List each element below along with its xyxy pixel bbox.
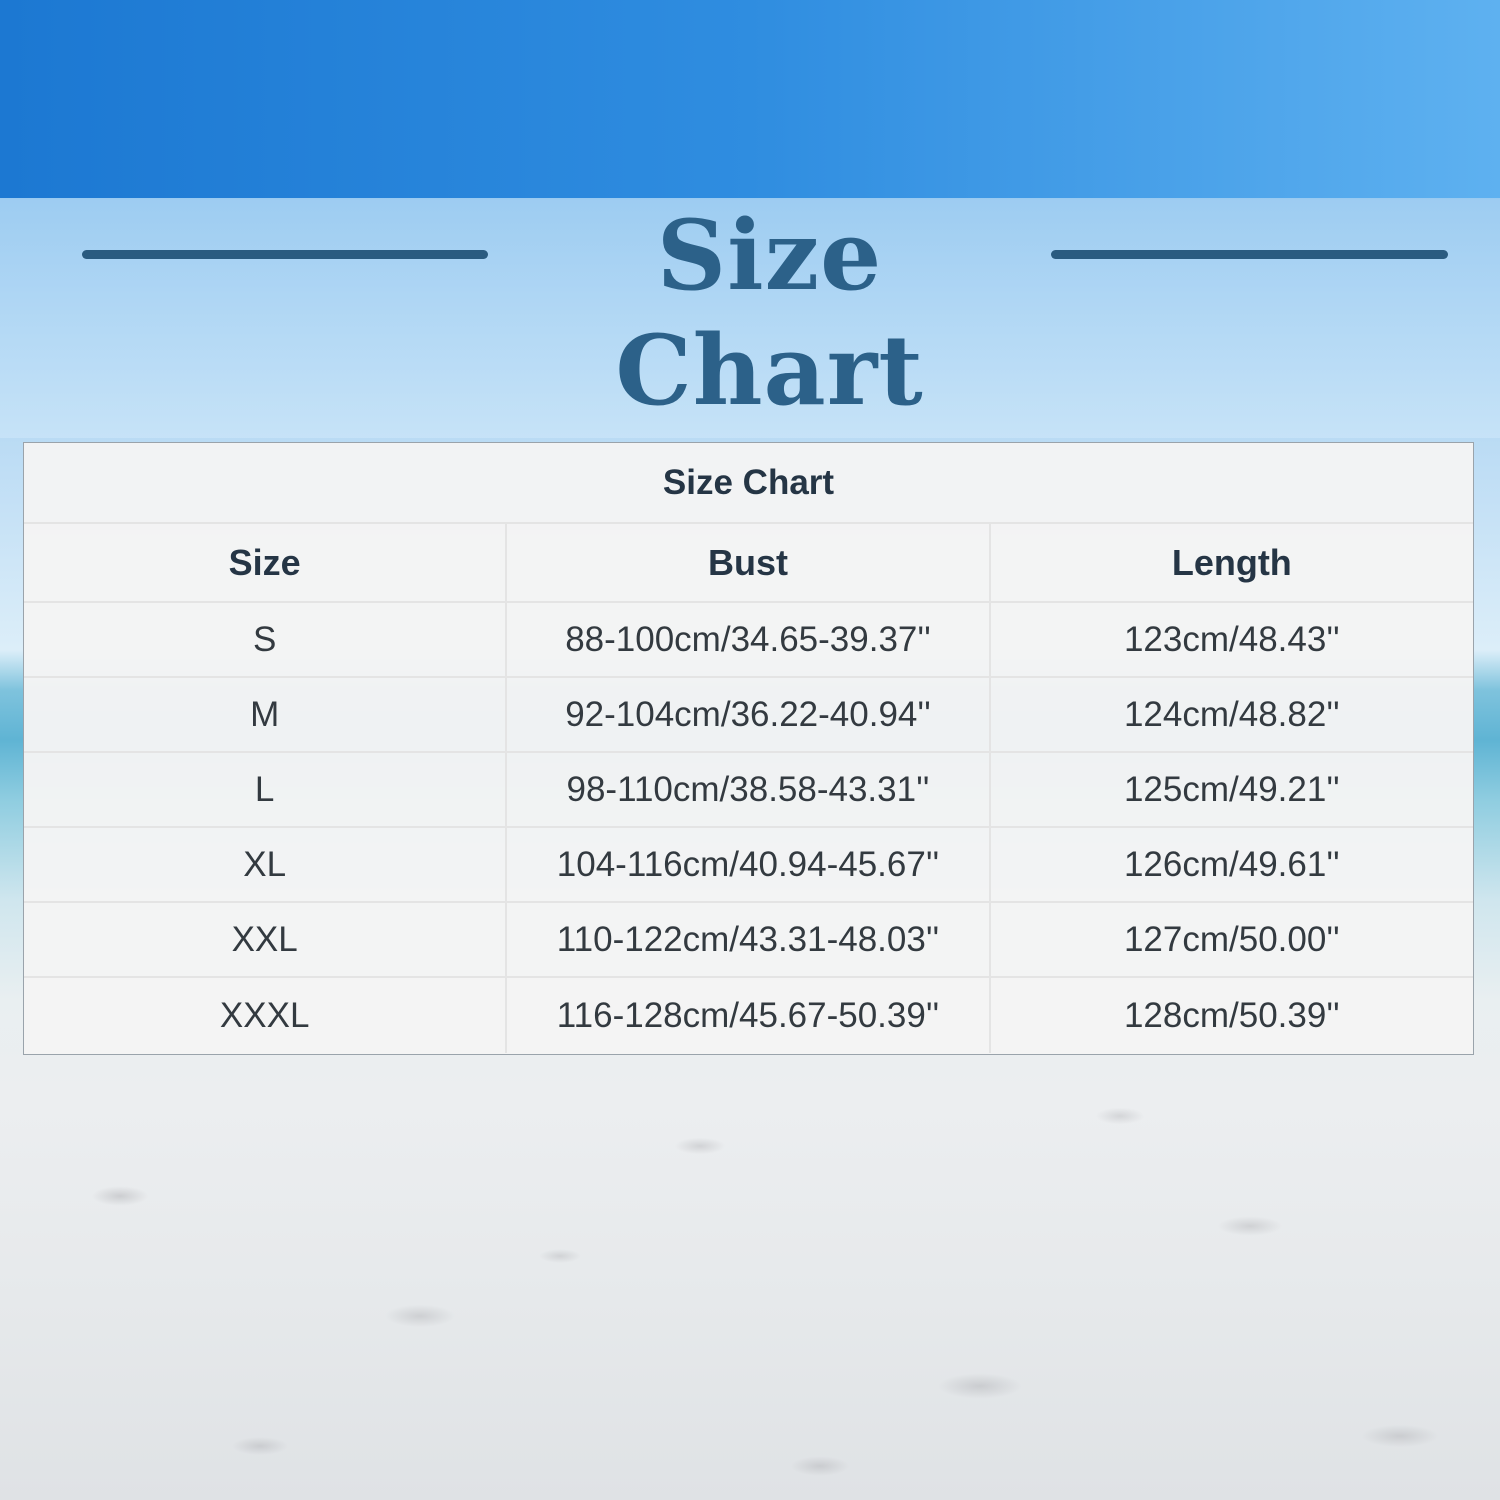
cell-size: XXL: [24, 903, 508, 976]
table-row: XXXL 116-128cm/45.67-50.39'' 128cm/50.39…: [24, 978, 1473, 1053]
sky-top-band: [0, 0, 1500, 198]
title-banner: Size Chart: [0, 198, 1500, 427]
cell-bust: 104-116cm/40.94-45.67'': [507, 828, 991, 901]
cell-size: XXXL: [24, 978, 508, 1053]
header-size: Size: [24, 524, 508, 601]
cell-bust: 88-100cm/34.65-39.37'': [507, 603, 991, 676]
title-line-right: [1051, 250, 1448, 259]
cell-bust: 92-104cm/36.22-40.94'': [507, 678, 991, 751]
cell-length: 125cm/49.21'': [1123, 769, 1340, 809]
cell-size: XL: [24, 828, 508, 901]
cell-size: L: [24, 753, 508, 826]
table-row: S 88-100cm/34.65-39.37'' 123cm/48.43'': [24, 603, 1473, 678]
table-header-row: Size Bust Length: [24, 524, 1473, 603]
table-caption: Size Chart: [24, 443, 1473, 524]
size-table: Size Chart Size Bust Length S 88-100cm/3…: [23, 442, 1474, 1055]
header-bust: Bust: [507, 524, 991, 601]
cell-bust: 116-128cm/45.67-50.39'': [507, 978, 991, 1053]
cell-length: 126cm/49.61'': [1123, 844, 1340, 884]
cell-bust: 98-110cm/38.58-43.31'': [507, 753, 991, 826]
cell-bust: 110-122cm/43.31-48.03'': [507, 903, 991, 976]
table-row: XL 104-116cm/40.94-45.67'' 126cm/49.61'': [24, 828, 1473, 903]
cell-size: M: [24, 678, 508, 751]
cell-length: 128cm/50.39'': [1123, 995, 1340, 1035]
page-title: Size Chart: [615, 199, 924, 427]
sand-texture: [0, 1056, 1500, 1500]
table-row: M 92-104cm/36.22-40.94'' 124cm/48.82'': [24, 678, 1473, 753]
title-line-left: [82, 250, 488, 259]
cell-length: 127cm/50.00'': [1123, 919, 1340, 959]
cell-length: 124cm/48.82'': [1123, 694, 1340, 734]
cell-length: 123cm/48.43'': [1123, 619, 1340, 659]
table-row: L 98-110cm/38.58-43.31'' 125cm/49.21'': [24, 753, 1473, 828]
header-length: Length: [1171, 541, 1292, 583]
cell-size: S: [24, 603, 508, 676]
table-row: XXL 110-122cm/43.31-48.03'' 127cm/50.00'…: [24, 903, 1473, 978]
